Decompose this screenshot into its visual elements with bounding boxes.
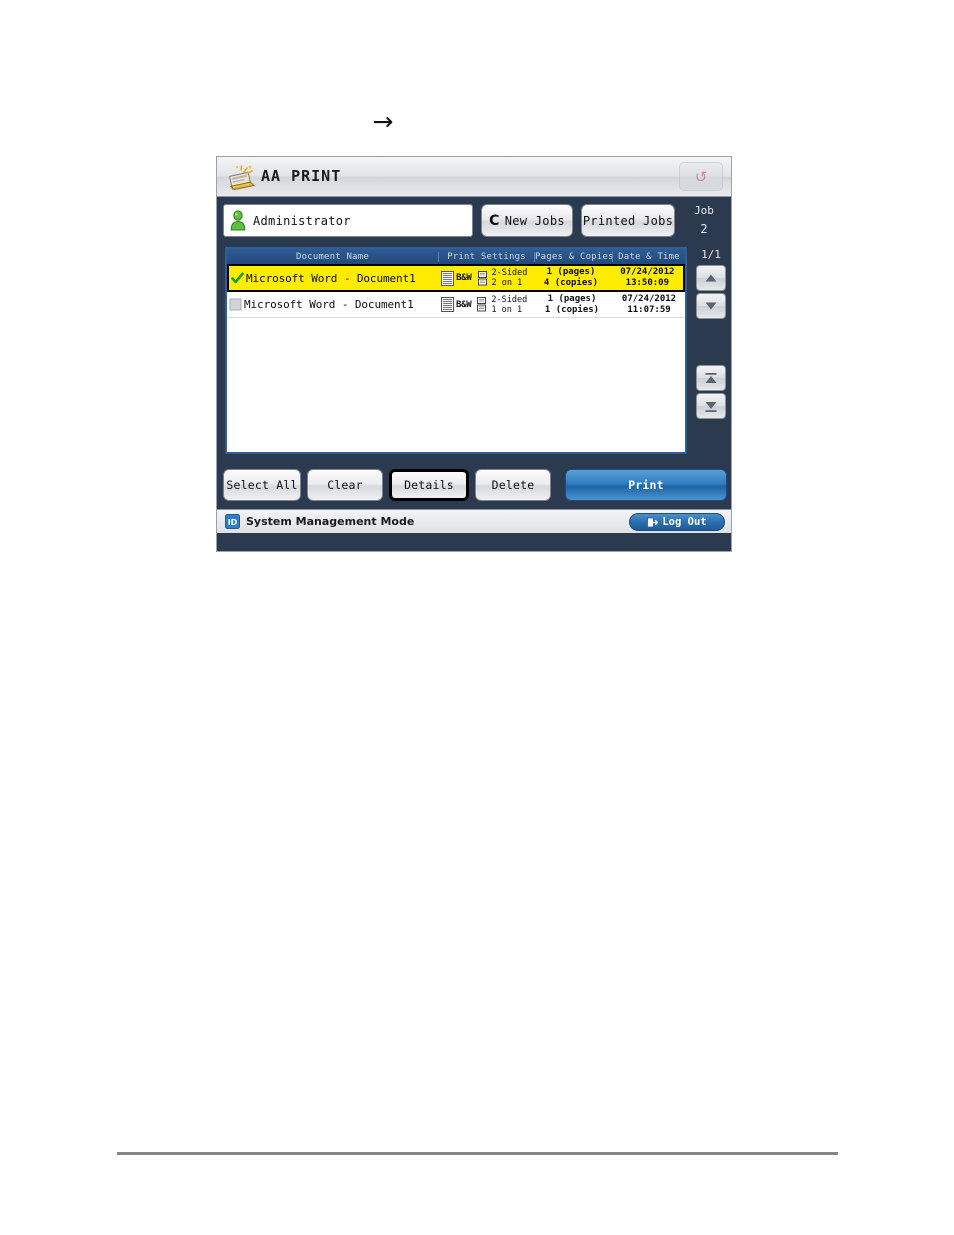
job-list-box[interactable]: Document Name Print Settings Pages & Cop… [225,247,687,454]
job-counter-value: 2 [700,222,708,236]
job-list-area: Document Name Print Settings Pages & Cop… [217,245,731,461]
color-mode-label: B&W [456,299,472,310]
time-value: 11:07:59 [627,304,671,315]
print-document-icon [225,163,257,191]
job-counter: Job 2 [681,202,727,238]
duplex-settings-text: 2-Sided 1 on 1 [491,295,527,315]
clear-label: Clear [327,478,363,492]
details-button[interactable]: Details [389,469,469,501]
column-header-pages-copies: Pages & Copies [535,251,613,262]
scroll-down-icon[interactable] [696,293,726,319]
cell-pages-copies: 1 (pages) 4 (copies) [534,266,611,290]
nup-mode: 2 on 1 [491,278,523,288]
cell-date-time: 07/24/2012 13:50:09 [612,266,683,290]
job-list-header: Document Name Print Settings Pages & Cop… [227,249,685,264]
cell-print-settings: B&W 2-Sided [439,292,535,317]
checkbox-unchecked-icon[interactable] [229,298,242,311]
details-label: Details [404,478,454,492]
delete-button[interactable]: Delete [475,469,551,501]
scroll-up-icon[interactable] [696,265,726,291]
help-icon: ↺ [694,167,708,186]
column-header-print-settings: Print Settings [439,251,535,262]
help-button[interactable]: ↺ [679,162,723,191]
pages-value: 1 (pages) [546,267,596,277]
delete-label: Delete [491,478,535,492]
footer-divider [117,1152,838,1155]
document-page: → AA PRINT ↺ Administrator C New Jobs Pr… [0,0,954,1235]
printed-jobs-button[interactable]: Printed Jobs [581,204,675,237]
new-jobs-button[interactable]: C New Jobs [481,204,573,237]
user-avatar-icon [228,209,248,233]
pages-value: 1 (pages) [547,293,597,304]
duplex-layout-icon [477,297,490,312]
cell-pages-copies: 1 (pages) 1 (copies) [535,292,613,317]
print-label: Print [628,478,664,492]
time-value: 13:50:09 [625,278,670,288]
checkbox-checked-icon[interactable] [231,272,244,285]
date-value: 07/24/2012 [620,267,675,277]
cell-date-time: 07/24/2012 11:07:59 [613,292,685,317]
user-name: Administrator [253,213,351,228]
svg-text:ID: ID [228,518,238,527]
select-all-button[interactable]: Select All [223,469,301,501]
copies-value: 1 (copies) [544,304,600,315]
panel-toolbar: Administrator C New Jobs Printed Jobs Jo… [217,197,731,245]
logout-icon [647,517,659,528]
table-row[interactable]: Microsoft Word - Document1 [227,292,685,318]
job-counter-label: Job [694,204,714,217]
nup-mode: 1 on 1 [491,304,523,315]
duplex-settings-text: 2-Sided 2 on 1 [492,268,528,288]
duplex-mode: 2-Sided [491,294,528,305]
logout-label: Log Out [662,516,707,528]
cell-print-settings: B&W 2-Sided [439,266,534,290]
table-row[interactable]: Microsoft Word - Document1 [227,264,685,292]
logout-button[interactable]: Log Out [629,513,725,531]
step-arrow-icon: → [372,107,394,136]
print-button[interactable]: Print [565,469,727,501]
panel-title: AA PRINT [261,167,342,185]
panel-titlebar: AA PRINT ↺ [217,157,731,197]
new-jobs-label: New Jobs [504,213,565,228]
duplex-layout-icon [477,270,491,286]
cell-document-name: Microsoft Word - Document1 [229,266,439,290]
clear-button[interactable]: Clear [307,469,383,501]
bw-page-icon [441,270,455,286]
color-mode-label: B&W [456,273,472,283]
document-name-text: Microsoft Word - Document1 [246,271,416,285]
column-header-date-time: Date & Time [618,251,680,262]
printed-jobs-label: Printed Jobs [582,213,674,228]
scroll-first-icon[interactable] [696,365,726,391]
id-badge-icon: ID [225,514,240,529]
date-value: 07/24/2012 [621,293,677,304]
copies-value: 4 (copies) [543,278,599,288]
column-header-document-name: Document Name [227,251,439,262]
cell-document-name: Microsoft Word - Document1 [227,292,439,317]
duplex-mode: 2-Sided [491,268,528,278]
page-indicator: 1/1 [701,248,721,261]
panel-statusbar: ID System Management Mode Log Out [217,509,731,533]
user-field[interactable]: Administrator [223,204,473,237]
scroll-last-icon[interactable] [696,393,726,419]
document-name-text: Microsoft Word - Document1 [244,298,414,311]
bw-page-icon [441,297,454,312]
mfp-touchscreen-panel: AA PRINT ↺ Administrator C New Jobs Prin… [216,156,732,552]
panel-actionbar: Select All Clear Details Delete Print [217,461,731,509]
list-scroll-controls: 1/1 [693,247,729,454]
system-mode-text: System Management Mode [246,515,415,528]
refresh-icon: C [489,212,500,229]
select-all-label: Select All [226,478,298,492]
